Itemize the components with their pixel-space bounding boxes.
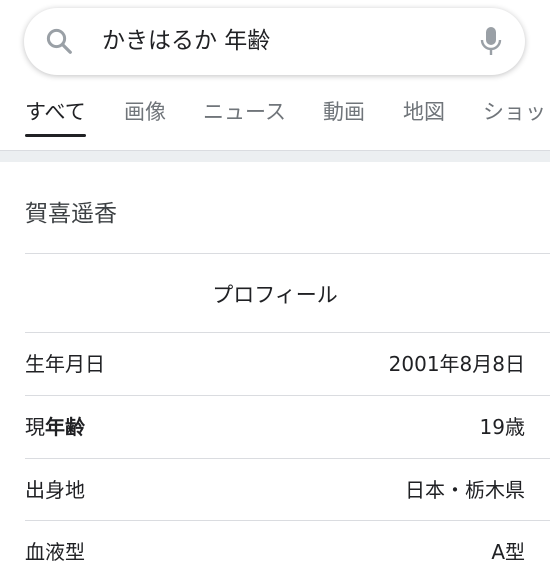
row-value: A型	[491, 540, 525, 564]
tab-videos[interactable]: 動画	[323, 98, 365, 126]
row-label-prefix: 現	[25, 415, 45, 439]
tab-images[interactable]: 画像	[124, 98, 166, 126]
search-tabs: すべて 画像 ニュース 動画 地図 ショッ	[0, 90, 550, 138]
row-value: 2001年8月8日	[388, 352, 525, 376]
search-header: かきはるか 年齢 すべて 画像 ニュース 動画 地図 ショッ	[0, 0, 550, 150]
entity-title[interactable]: 賀喜遥香	[25, 198, 117, 230]
profile-row-age: 現年齢 19歳	[25, 396, 525, 458]
row-label: 出身地	[25, 478, 85, 502]
profile-heading: プロフィール	[212, 283, 338, 307]
search-bar[interactable]: かきはるか 年齢	[24, 8, 525, 75]
row-value: 19歳	[479, 415, 525, 439]
microphone-icon[interactable]	[479, 25, 503, 57]
profile-row-blood-type: 血液型 A型	[25, 521, 525, 583]
tab-shopping[interactable]: ショッ	[483, 98, 546, 126]
active-tab-indicator	[25, 134, 86, 137]
knowledge-panel: 賀喜遥香 プロフィール 生年月日 2001年8月8日 現年齢 19歳 出身地 日…	[0, 162, 550, 576]
profile-row-birthplace: 出身地 日本・栃木県	[25, 459, 525, 521]
row-value: 日本・栃木県	[405, 478, 525, 502]
profile-row-birthdate: 生年月日 2001年8月8日	[25, 333, 525, 395]
tab-all[interactable]: すべて	[25, 98, 86, 126]
tab-news[interactable]: ニュース	[203, 98, 286, 126]
search-icon[interactable]	[44, 26, 74, 56]
row-label: 生年月日	[25, 352, 105, 376]
search-input[interactable]: かきはるか 年齢	[102, 24, 270, 58]
row-label: 現年齢	[25, 412, 85, 442]
section-separator	[0, 150, 550, 162]
row-label-highlight: 年齢	[45, 415, 85, 439]
row-label: 血液型	[25, 540, 85, 564]
divider	[25, 253, 550, 254]
tab-maps[interactable]: 地図	[403, 98, 445, 126]
